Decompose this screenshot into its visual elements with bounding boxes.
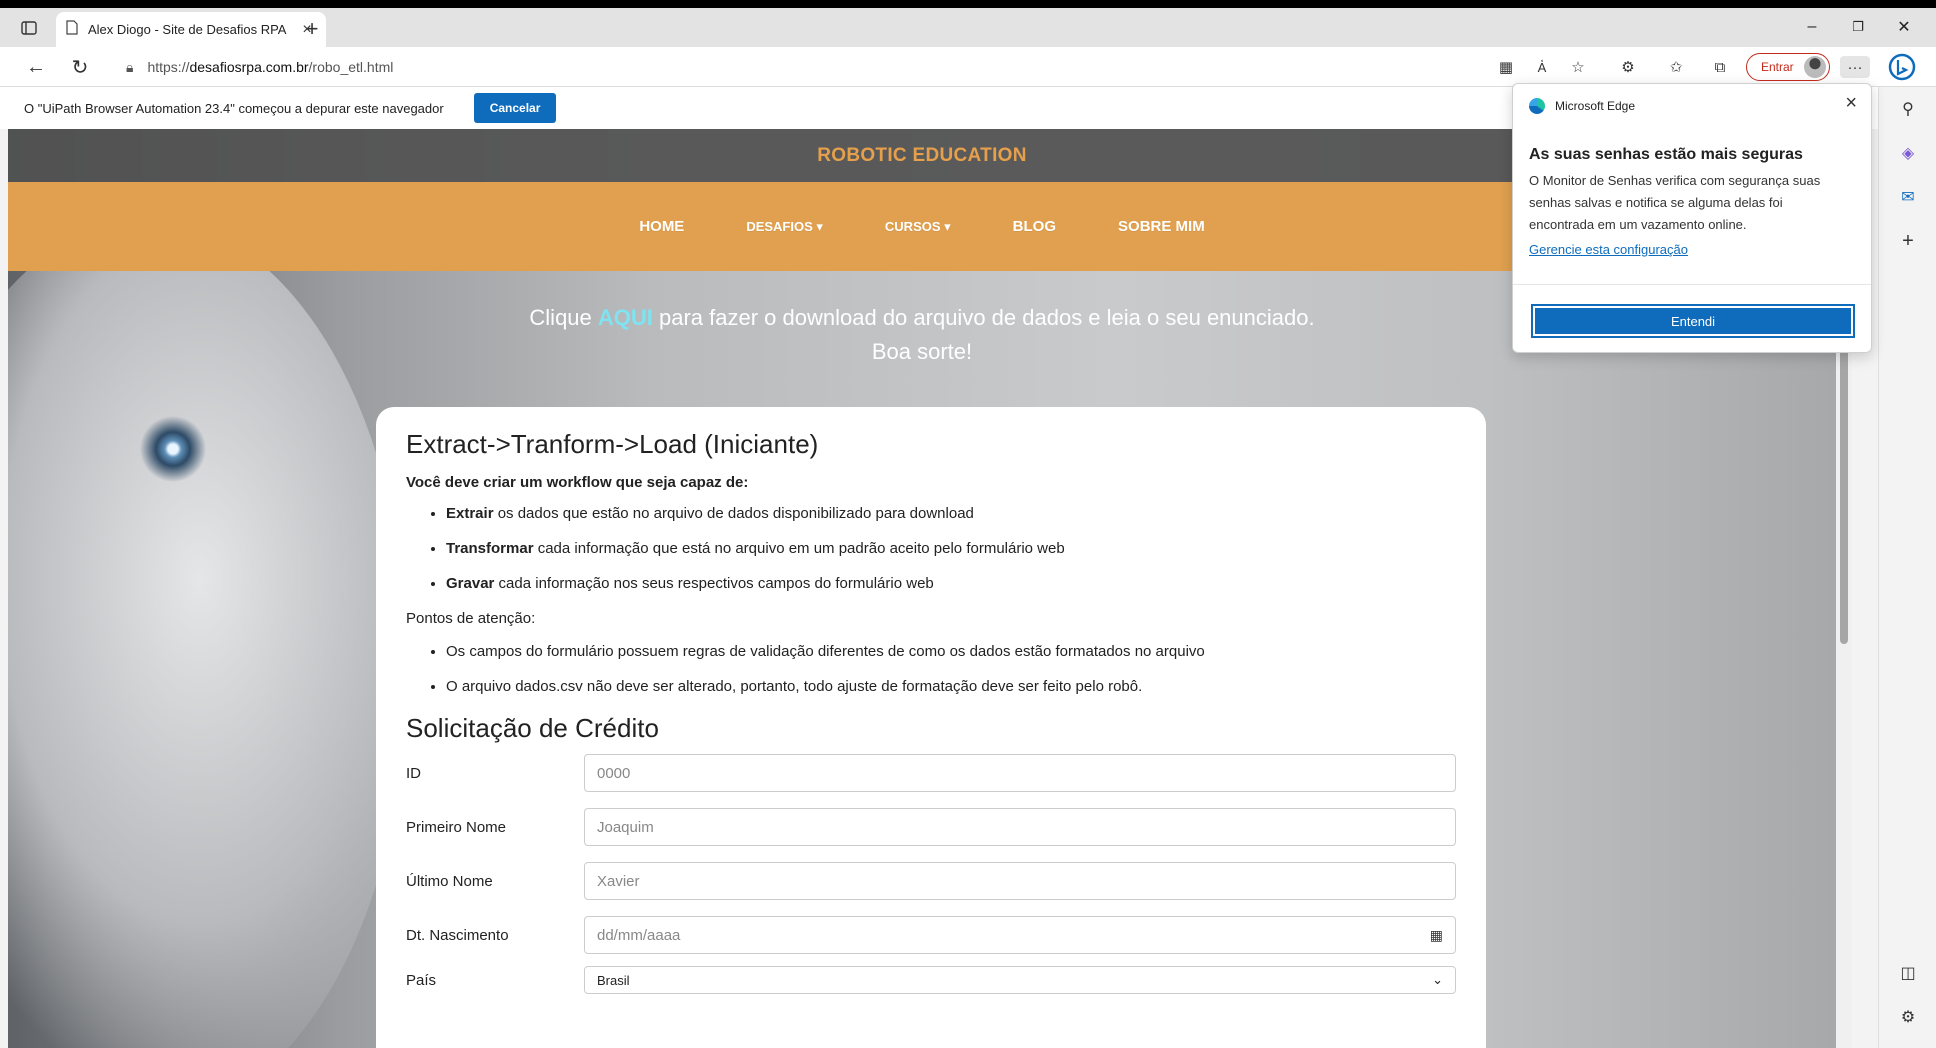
got-it-button[interactable]: Entendi <box>1531 304 1855 338</box>
collections-icon[interactable]: ⧉ <box>1708 56 1732 78</box>
list-item: O arquivo dados.csv não deve ser alterad… <box>446 678 1456 695</box>
id-input[interactable]: 0000 <box>584 754 1456 792</box>
first-name-label: Primeiro Nome <box>406 818 507 836</box>
close-icon[interactable]: × <box>1845 92 1857 115</box>
nav-cursos[interactable]: CURSOS ▾ <box>854 219 982 235</box>
nav-home[interactable]: HOME <box>608 218 715 235</box>
read-aloud-icon[interactable]: A᷾ <box>1530 56 1554 78</box>
new-tab-button[interactable]: + <box>300 16 324 42</box>
list-item: Transformar cada informação que está no … <box>446 540 1456 557</box>
outlook-icon[interactable]: ✉ <box>1896 185 1920 209</box>
lock-icon: 🔒︎ <box>126 58 134 75</box>
form-row-id: ID 0000 <box>406 754 1456 792</box>
url-text: https://desafiosrpa.com.br/robo_etl.html <box>147 59 394 75</box>
more-options-icon[interactable]: ··· <box>1840 56 1870 78</box>
browser-window: Alex Diogo - Site de Desafios RPA × + – … <box>0 8 1936 1048</box>
tab-actions-icon[interactable] <box>17 16 41 40</box>
copilot-icon[interactable] <box>1886 51 1918 83</box>
form-row-country: País Brasil ⌄ <box>406 966 1456 994</box>
add-icon[interactable]: + <box>1896 229 1920 253</box>
app-available-icon[interactable]: ▦ <box>1494 56 1518 78</box>
address-toolbar: ← ↻ 🔒︎ https://desafiosrpa.com.br/robo_e… <box>0 47 1936 87</box>
cancel-debug-button[interactable]: Cancelar <box>473 93 557 123</box>
nav-blog[interactable]: BLOG <box>982 218 1087 235</box>
sign-in-label: Entrar <box>1761 60 1794 74</box>
form-row-birthdate: Dt. Nascimento dd/mm/aaaa ▦ <box>406 916 1456 954</box>
form-row-last-name: Último Nome Xavier <box>406 862 1456 900</box>
country-select[interactable]: Brasil ⌄ <box>584 966 1456 994</box>
birthdate-input[interactable]: dd/mm/aaaa ▦ <box>584 916 1456 954</box>
chevron-down-icon: ⌄ <box>1432 972 1443 987</box>
close-window-button[interactable]: ✕ <box>1890 14 1918 40</box>
popup-body: O Monitor de Senhas verifica com seguran… <box>1529 173 1821 232</box>
avatar <box>1804 56 1826 78</box>
list-item: Extrair os dados que estão no arquivo de… <box>446 505 1456 522</box>
download-link[interactable]: AQUI <box>598 305 653 330</box>
refresh-icon[interactable]: ↻ <box>66 54 94 80</box>
debug-message: O "UiPath Browser Automation 23.4" começ… <box>24 100 444 116</box>
back-icon[interactable]: ← <box>22 54 50 80</box>
calendar-icon[interactable]: ▦ <box>1430 927 1443 944</box>
nav-sobre-mim[interactable]: SOBRE MIM <box>1087 218 1236 235</box>
points-list: Os campos do formulário possuem regras d… <box>446 643 1456 695</box>
id-label: ID <box>406 764 421 782</box>
divider <box>1513 284 1871 285</box>
form-title: Solicitação de Crédito <box>406 713 659 743</box>
challenge-title: Extract->Tranform->Load (Iniciante) <box>406 429 819 459</box>
popup-header: Microsoft Edge <box>1529 98 1635 114</box>
tab-strip: Alex Diogo - Site de Desafios RPA × + – … <box>0 8 1936 47</box>
challenge-card: Extract->Tranform->Load (Iniciante) Você… <box>376 407 1486 1048</box>
first-name-input[interactable]: Joaquim <box>584 808 1456 846</box>
extensions-icon[interactable]: ⚙ <box>1616 56 1640 78</box>
popup-app-name: Microsoft Edge <box>1555 99 1636 113</box>
last-name-input[interactable]: Xavier <box>584 862 1456 900</box>
edge-sidebar: ⚲ ◈ ✉ + ◫ ⚙ <box>1878 87 1936 1048</box>
robot-eye-image <box>128 409 218 489</box>
settings-icon[interactable]: ⚙ <box>1896 1005 1920 1029</box>
tab-title: Alex Diogo - Site de Desafios RPA <box>88 22 287 37</box>
minimize-button[interactable]: – <box>1798 14 1826 40</box>
restore-button[interactable]: ❐ <box>1844 14 1872 40</box>
favorites-icon[interactable]: ✩ <box>1664 56 1688 78</box>
search-icon[interactable]: ⚲ <box>1896 97 1920 121</box>
list-item: Gravar cada informação nos seus respecti… <box>446 575 1456 592</box>
address-bar[interactable]: 🔒︎ https://desafiosrpa.com.br/robo_etl.h… <box>112 51 1512 83</box>
page-icon <box>66 19 78 40</box>
last-name-label: Último Nome <box>406 872 493 890</box>
add-favorite-icon[interactable]: ☆ <box>1566 56 1590 78</box>
popup-title: As suas senhas estão mais seguras <box>1529 146 1803 163</box>
manage-setting-link[interactable]: Gerencie esta configuração <box>1529 242 1688 257</box>
sign-in-button[interactable]: Entrar <box>1746 53 1830 81</box>
form-row-first-name: Primeiro Nome Joaquim <box>406 808 1456 846</box>
password-monitor-popup: Microsoft Edge × As suas senhas estão ma… <box>1512 83 1872 353</box>
sidebar-toggle-icon[interactable]: ◫ <box>1896 961 1920 985</box>
list-item: Os campos do formulário possuem regras d… <box>446 643 1456 660</box>
nav-desafios[interactable]: DESAFIOS ▾ <box>715 219 854 235</box>
country-label: País <box>406 971 437 989</box>
active-tab[interactable]: Alex Diogo - Site de Desafios RPA × <box>56 12 326 47</box>
points-title: Pontos de atenção: <box>406 610 536 627</box>
birthdate-label: Dt. Nascimento <box>406 926 509 944</box>
edge-logo-icon <box>1529 98 1545 114</box>
office-icon[interactable]: ◈ <box>1896 141 1920 165</box>
steps-list: Extrair os dados que estão no arquivo de… <box>446 505 1456 592</box>
site-brand[interactable]: ROBOTIC EDUCATION <box>817 145 1027 166</box>
challenge-intro: Você deve criar um workflow que seja cap… <box>406 474 749 491</box>
